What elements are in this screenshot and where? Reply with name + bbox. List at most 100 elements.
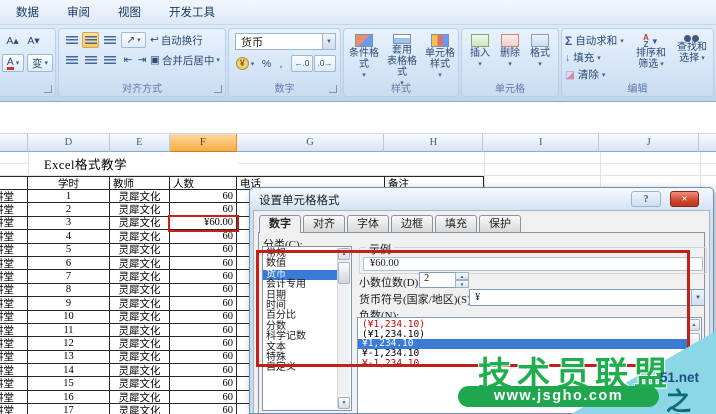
hall-cell[interactable]: 讲堂 bbox=[0, 270, 28, 283]
hours-cell[interactable]: 16 bbox=[28, 391, 110, 404]
hours-cell[interactable]: 12 bbox=[28, 337, 110, 350]
hall-cell[interactable]: 讲堂 bbox=[0, 297, 28, 310]
hours-cell[interactable]: 5 bbox=[28, 244, 110, 257]
hall-cell[interactable]: 讲堂 bbox=[0, 391, 28, 404]
column-header[interactable]: H bbox=[384, 134, 483, 152]
count-cell[interactable]: 60 bbox=[170, 270, 237, 283]
align-left-button[interactable] bbox=[63, 52, 80, 68]
teacher-cell[interactable]: 灵犀文化 bbox=[110, 217, 170, 230]
teacher-cell[interactable]: 灵犀文化 bbox=[110, 351, 170, 364]
count-cell[interactable]: 60 bbox=[170, 190, 237, 203]
teacher-cell[interactable]: 灵犀文化 bbox=[110, 364, 170, 377]
count-cell[interactable]: 60 bbox=[170, 284, 237, 297]
scroll-down-icon[interactable]: ▼ bbox=[338, 397, 350, 409]
hours-cell[interactable]: 15 bbox=[28, 377, 110, 390]
count-cell[interactable]: 60 bbox=[170, 257, 237, 270]
merge-center-button[interactable]: ▣ 合并后居中 ▾ bbox=[149, 52, 225, 68]
hours-cell[interactable]: 3 bbox=[28, 217, 110, 230]
phonetic-guide-button[interactable]: 变 ▾ bbox=[27, 54, 53, 72]
ribbon-tab[interactable]: 开发工具 bbox=[163, 2, 221, 22]
autosum-button[interactable]: Σ 自动求和 ▾ bbox=[565, 33, 624, 48]
dialog-launcher-icon[interactable] bbox=[329, 85, 337, 93]
teacher-cell[interactable]: 灵犀文化 bbox=[110, 190, 170, 203]
hall-cell[interactable]: 讲堂 bbox=[0, 244, 28, 257]
fill-button[interactable]: ↓ 填充 ▾ bbox=[565, 50, 601, 65]
hours-cell[interactable]: 13 bbox=[28, 351, 110, 364]
ribbon-tab[interactable]: 视图 bbox=[112, 2, 147, 22]
column-header[interactable] bbox=[699, 134, 716, 152]
teacher-cell[interactable]: 灵犀文化 bbox=[110, 324, 170, 337]
hours-cell[interactable]: 9 bbox=[28, 297, 110, 310]
count-cell[interactable]: 60 bbox=[170, 324, 237, 337]
count-cell[interactable]: 60 bbox=[170, 230, 237, 243]
hours-cell[interactable]: 11 bbox=[28, 324, 110, 337]
count-cell[interactable]: 60 bbox=[170, 404, 237, 414]
teacher-cell[interactable]: 灵犀文化 bbox=[110, 230, 170, 243]
hall-cell[interactable]: 讲堂 bbox=[0, 257, 28, 270]
count-cell[interactable]: 60 bbox=[170, 351, 237, 364]
hall-cell[interactable]: 讲堂 bbox=[0, 404, 28, 414]
column-header[interactable]: I bbox=[483, 134, 599, 152]
teacher-cell[interactable]: 灵犀文化 bbox=[110, 244, 170, 257]
hall-cell[interactable]: 讲堂 bbox=[0, 351, 28, 364]
teacher-cell[interactable]: 灵犀文化 bbox=[110, 270, 170, 283]
align-middle-button[interactable] bbox=[82, 32, 99, 48]
hours-cell[interactable]: 10 bbox=[28, 311, 110, 324]
column-header[interactable] bbox=[0, 134, 28, 152]
accounting-format-button[interactable]: ¥ ▾ bbox=[233, 55, 257, 72]
teacher-cell[interactable]: 灵犀文化 bbox=[110, 203, 170, 216]
dialog-tab[interactable]: 边框 bbox=[391, 215, 433, 232]
dialog-launcher-icon[interactable] bbox=[44, 85, 52, 93]
count-cell[interactable]: 60 bbox=[170, 364, 237, 377]
comma-style-button[interactable]: , bbox=[275, 55, 287, 72]
column-header[interactable]: J bbox=[599, 134, 699, 152]
increase-decimal-button[interactable]: ←.0 bbox=[291, 55, 313, 72]
decrease-decimal-button[interactable]: .0→ bbox=[314, 55, 336, 72]
hall-cell[interactable]: 讲堂 bbox=[0, 203, 28, 216]
hours-cell[interactable]: 8 bbox=[28, 284, 110, 297]
count-cell[interactable]: 60 bbox=[170, 244, 237, 257]
count-cell[interactable]: 60 bbox=[170, 337, 237, 350]
column-header[interactable]: G bbox=[237, 134, 385, 152]
grow-font-button[interactable]: A▴ bbox=[3, 32, 22, 49]
hall-cell[interactable]: 讲堂 bbox=[0, 190, 28, 203]
dialog-tab[interactable]: 数字 bbox=[259, 215, 301, 233]
align-top-button[interactable] bbox=[63, 32, 80, 48]
hall-cell[interactable]: 讲堂 bbox=[0, 337, 28, 350]
teacher-cell[interactable]: 灵犀文化 bbox=[110, 404, 170, 414]
teacher-cell[interactable]: 灵犀文化 bbox=[110, 297, 170, 310]
number-format-combobox[interactable]: 货币 ▼ bbox=[235, 33, 336, 50]
hours-cell[interactable]: 17 bbox=[28, 404, 110, 414]
align-right-button[interactable] bbox=[101, 52, 118, 68]
formula-bar[interactable] bbox=[0, 102, 716, 134]
decrease-indent-button[interactable]: ⇤ bbox=[121, 52, 135, 68]
header-cell[interactable]: 教师 bbox=[110, 176, 170, 190]
percent-style-button[interactable]: % bbox=[259, 55, 274, 72]
header-cell[interactable] bbox=[0, 176, 28, 190]
wrap-text-button[interactable]: ↩ 自动换行 bbox=[149, 32, 223, 48]
hall-cell[interactable]: 讲堂 bbox=[0, 217, 28, 230]
hours-cell[interactable]: 6 bbox=[28, 257, 110, 270]
ribbon-tab[interactable]: 数据 bbox=[10, 2, 45, 22]
dialog-launcher-icon[interactable] bbox=[214, 85, 222, 93]
teacher-cell[interactable]: 灵犀文化 bbox=[110, 337, 170, 350]
hall-cell[interactable]: 讲堂 bbox=[0, 324, 28, 337]
hall-cell[interactable]: 讲堂 bbox=[0, 364, 28, 377]
hours-cell[interactable]: 4 bbox=[28, 230, 110, 243]
orientation-button[interactable]: ↗ ▾ bbox=[121, 32, 146, 48]
dialog-tab[interactable]: 保护 bbox=[479, 215, 521, 232]
header-cell[interactable]: 人数 bbox=[170, 176, 237, 190]
column-header[interactable]: E bbox=[110, 134, 170, 152]
hall-cell[interactable]: 讲堂 bbox=[0, 230, 28, 243]
dialog-tab[interactable]: 填充 bbox=[435, 215, 477, 232]
increase-indent-button[interactable]: ⇥ bbox=[135, 52, 149, 68]
shrink-font-button[interactable]: A▾ bbox=[24, 32, 43, 49]
align-bottom-button[interactable] bbox=[101, 32, 118, 48]
hours-cell[interactable]: 2 bbox=[28, 203, 110, 216]
teacher-cell[interactable]: 灵犀文化 bbox=[110, 377, 170, 390]
ribbon-tab[interactable]: 审阅 bbox=[61, 2, 96, 22]
help-button[interactable]: ? bbox=[631, 191, 661, 207]
hours-cell[interactable]: 7 bbox=[28, 270, 110, 283]
header-cell[interactable]: 学时 bbox=[28, 176, 110, 190]
hall-cell[interactable]: 讲堂 bbox=[0, 311, 28, 324]
